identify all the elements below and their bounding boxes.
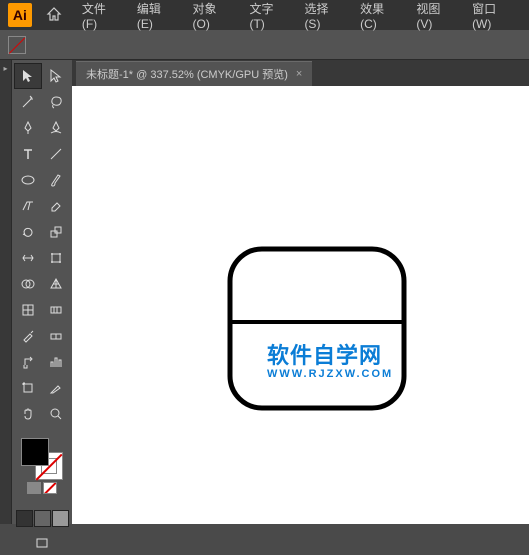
direct-selection-tool[interactable] <box>43 64 69 88</box>
canvas[interactable]: 软件自学网 WWW.RJZXW.COM <box>72 86 529 524</box>
tab-label: 未标题-1* @ 337.52% (CMYK/GPU 预览) <box>86 66 288 82</box>
curvature-tool[interactable] <box>43 116 69 140</box>
magic-wand-tool[interactable] <box>15 90 41 114</box>
none-mode-icon[interactable] <box>43 482 57 494</box>
control-bar <box>0 30 529 60</box>
perspective-tool[interactable] <box>43 272 69 296</box>
tab-bar: 未标题-1* @ 337.52% (CMYK/GPU 预览) × <box>72 60 529 86</box>
blend-tool[interactable] <box>43 324 69 348</box>
scale-tool[interactable] <box>43 220 69 244</box>
gradient-tool[interactable] <box>43 298 69 322</box>
menu-object[interactable]: 对象(O) <box>186 0 239 35</box>
shape-builder-tool[interactable] <box>15 272 41 296</box>
width-tool[interactable] <box>15 246 41 270</box>
artboard-tool[interactable] <box>15 376 41 400</box>
no-selection-icon <box>8 36 26 54</box>
shaper-tool[interactable] <box>15 194 41 218</box>
collapsed-panel-toggle[interactable]: ▸ <box>0 60 12 524</box>
selection-tool[interactable] <box>15 64 41 88</box>
column-graph-tool[interactable] <box>43 350 69 374</box>
menu-edit[interactable]: 编辑(E) <box>131 0 183 35</box>
menu-file[interactable]: 文件(F) <box>76 0 127 35</box>
zoom-tool[interactable] <box>43 402 69 426</box>
main-menu: 文件(F) 编辑(E) 对象(O) 文字(T) 选择(S) 效果(C) 视图(V… <box>76 0 521 35</box>
screen-mode-icon[interactable] <box>29 531 55 555</box>
line-tool[interactable] <box>43 142 69 166</box>
mesh-tool[interactable] <box>15 298 41 322</box>
lasso-tool[interactable] <box>43 90 69 114</box>
draw-inside-icon[interactable] <box>52 510 69 527</box>
type-tool[interactable] <box>15 142 41 166</box>
menu-type[interactable]: 文字(T) <box>243 0 294 35</box>
draw-normal-icon[interactable] <box>16 510 33 527</box>
menu-select[interactable]: 选择(S) <box>298 0 350 35</box>
titlebar: Ai 文件(F) 编辑(E) 对象(O) 文字(T) 选择(S) 效果(C) 视… <box>0 0 529 30</box>
slice-tool[interactable] <box>43 376 69 400</box>
watermark: 软件自学网 WWW.RJZXW.COM <box>267 338 393 380</box>
draw-behind-icon[interactable] <box>34 510 51 527</box>
pen-tool[interactable] <box>15 116 41 140</box>
eraser-tool[interactable] <box>43 194 69 218</box>
symbol-sprayer-tool[interactable] <box>15 350 41 374</box>
menu-view[interactable]: 视图(V) <box>410 0 462 35</box>
watermark-url: WWW.RJZXW.COM <box>267 368 393 380</box>
menu-effect[interactable]: 效果(C) <box>354 0 406 35</box>
free-transform-tool[interactable] <box>43 246 69 270</box>
fill-stroke-swatch[interactable] <box>21 438 63 480</box>
draw-mode-row <box>16 510 69 527</box>
document-area: 未标题-1* @ 337.52% (CMYK/GPU 预览) × 软件自学网 W… <box>72 60 529 524</box>
tab-close-icon[interactable]: × <box>296 68 302 80</box>
hand-tool[interactable] <box>15 402 41 426</box>
toolbar <box>12 60 72 524</box>
watermark-text: 软件自学网 <box>267 338 393 370</box>
color-mode-icon[interactable] <box>27 482 41 494</box>
main-area: ▸ <box>0 60 529 524</box>
app-logo: Ai <box>8 3 32 27</box>
document-tab[interactable]: 未标题-1* @ 337.52% (CMYK/GPU 预览) × <box>76 61 312 86</box>
home-icon[interactable] <box>46 6 62 25</box>
screen-mode-row <box>29 531 55 555</box>
color-swatches <box>21 434 63 498</box>
eyedropper-tool[interactable] <box>15 324 41 348</box>
fill-swatch[interactable] <box>21 438 49 466</box>
menu-window[interactable]: 窗口(W) <box>466 0 521 35</box>
rectangle-tool[interactable] <box>15 168 41 192</box>
rotate-tool[interactable] <box>15 220 41 244</box>
artwork-shape <box>227 246 407 411</box>
brush-tool[interactable] <box>43 168 69 192</box>
